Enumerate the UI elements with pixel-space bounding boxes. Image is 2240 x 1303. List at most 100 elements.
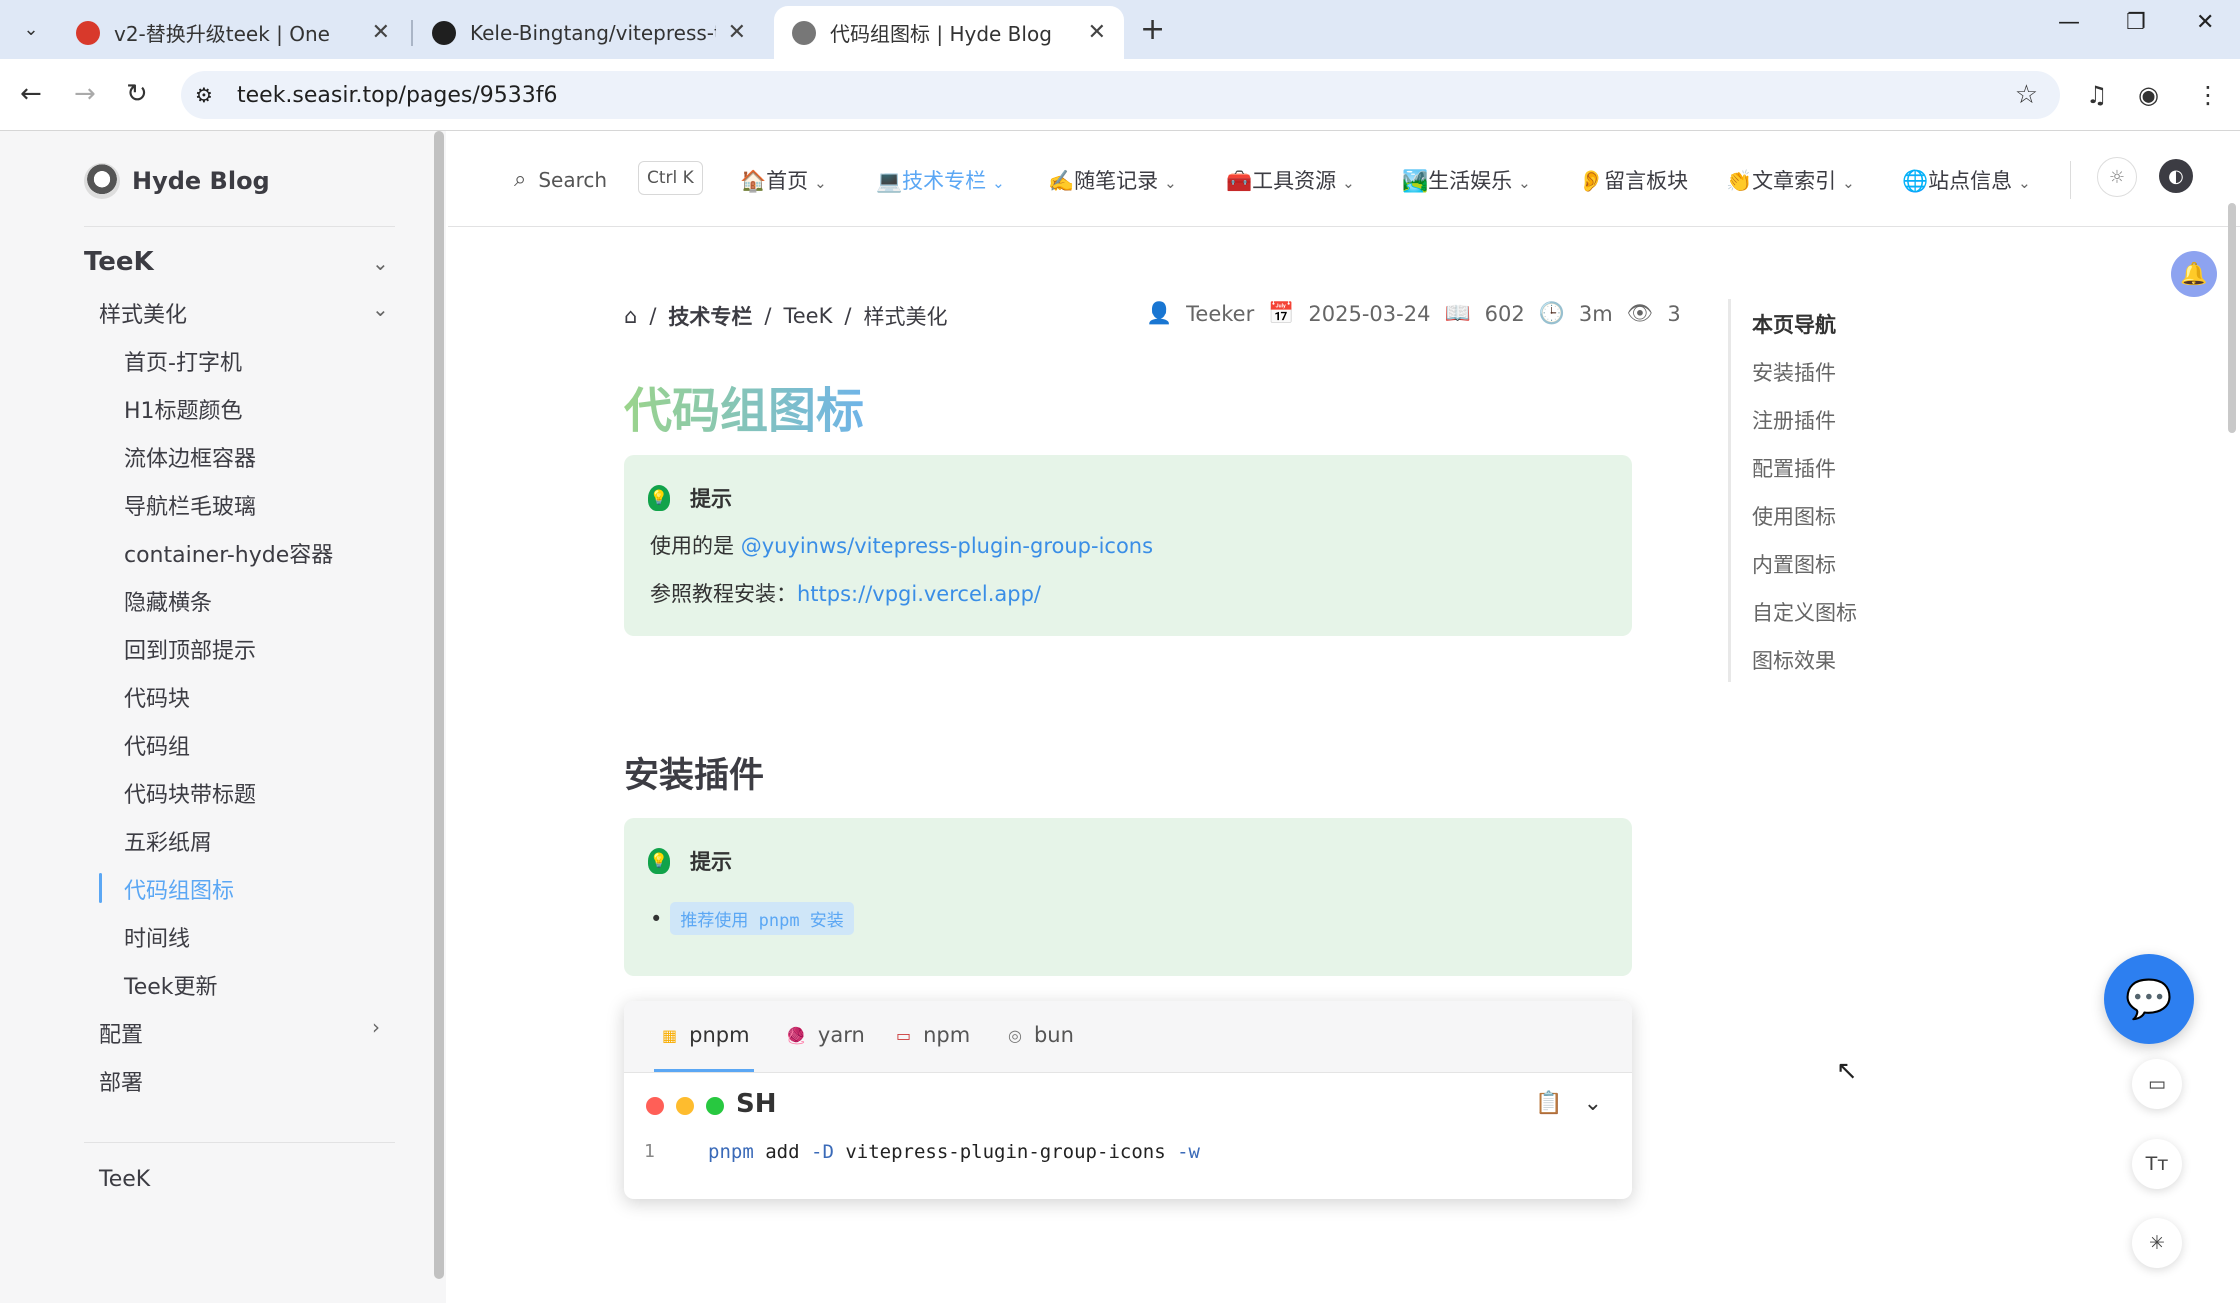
nav-item-life[interactable]: 🏞️生活娱乐 ⌄ (1402, 165, 1531, 195)
chevron-down-icon[interactable]: ⌄ (372, 297, 389, 321)
profile-icon[interactable]: ◉ (2138, 81, 2159, 109)
sidebar-item[interactable]: 首页-打字机 (124, 345, 242, 377)
new-tab-icon[interactable]: + (1140, 12, 1165, 47)
restore-icon[interactable]: ❐ (2126, 10, 2146, 35)
home-icon[interactable]: ⌂ (624, 304, 637, 328)
outline-item[interactable]: 注册插件 (1752, 405, 1836, 435)
eye-icon: 👁 (1626, 301, 1654, 325)
outline-item[interactable]: 配置插件 (1752, 453, 1836, 483)
nav-item-notes[interactable]: ✍️随笔记录 ⌄ (1048, 165, 1177, 195)
nav-item-index[interactable]: 👏文章索引 ⌄ (1726, 165, 1855, 195)
active-tab-indicator (654, 1069, 754, 1072)
close-icon[interactable]: ✕ (372, 20, 390, 45)
bookmark-star-icon[interactable]: ☆ (2015, 80, 2038, 110)
reload-icon[interactable]: ↻ (126, 79, 148, 109)
font-size-icon[interactable]: Tт (2132, 1139, 2182, 1189)
browser-tab-3-active[interactable]: 代码组图标 | Hyde Blog ✕ (774, 6, 1124, 59)
github-icon[interactable]: ◐ (2159, 159, 2193, 193)
close-icon[interactable]: ✕ (728, 20, 746, 45)
sidebar-item[interactable]: 导航栏毛玻璃 (124, 489, 256, 521)
nav-item-home[interactable]: 🏠首页 ⌄ (740, 165, 827, 195)
sidebar-item[interactable]: 代码组 (124, 729, 190, 761)
sidebar-section-teek[interactable]: TeeK (84, 247, 154, 277)
minimize-icon[interactable]: — (2058, 10, 2080, 35)
back-icon[interactable]: ← (20, 79, 42, 109)
copy-icon[interactable]: 📋 (1535, 1091, 1562, 1116)
page-title: 代码组图标 (624, 371, 864, 441)
chevron-right-icon[interactable]: › (372, 1015, 380, 1039)
code-group: ▦ pnpm 🧶 yarn ▭ npm ◎ bun SH 📋 ⌄ 1 pnpm add … (624, 1001, 1632, 1199)
outline-item[interactable]: 内置图标 (1752, 549, 1836, 579)
media-control-icon[interactable]: ♫ (2086, 81, 2108, 109)
chat-button[interactable]: 💬 (2104, 954, 2194, 1044)
chat-icon: 💬 (2125, 976, 2173, 1021)
main-scrollbar[interactable] (2228, 203, 2236, 433)
tab-yarn[interactable]: 🧶 yarn (786, 1023, 865, 1047)
breadcrumb-item[interactable]: 技术专栏 (668, 301, 752, 331)
section-heading: 安装插件 (624, 756, 765, 796)
tab-bun[interactable]: ◎ bun (1008, 1023, 1074, 1047)
chevron-down-icon: ⌄ (1164, 174, 1177, 192)
tab-separator (411, 20, 413, 46)
chevron-down-icon[interactable]: ⌄ (1584, 1091, 1602, 1116)
sidebar-item[interactable]: 代码块 (124, 681, 190, 713)
nav-item-site[interactable]: 🌐站点信息 ⌄ (1902, 165, 2031, 195)
browser-tab-2[interactable]: Kele-Bingtang/vitepress-ther ✕ (414, 6, 764, 59)
site-brand[interactable]: Hyde Blog (84, 159, 270, 203)
close-icon[interactable]: ✕ (1088, 20, 1106, 45)
outline-item[interactable]: 使用图标 (1752, 501, 1836, 531)
sidebar-item[interactable]: Teek更新 (124, 969, 218, 1001)
outline-item[interactable]: 图标效果 (1752, 645, 1836, 675)
search-button[interactable]: ⌕ Search (514, 167, 607, 192)
tab-search-menu-icon[interactable]: ⌄ (14, 12, 48, 46)
author[interactable]: Teeker (1186, 302, 1254, 326)
notification-bell-icon[interactable]: 🔔 (2171, 251, 2217, 297)
sidebar-item[interactable]: container-hyde容器 (124, 537, 333, 569)
nav-item-tools[interactable]: 🧰工具资源 ⌄ (1226, 165, 1355, 195)
hyde-favicon-icon (792, 20, 816, 45)
sidebar-group-config[interactable]: 配置 (99, 1017, 143, 1049)
window-close-icon[interactable]: ✕ (2196, 10, 2214, 35)
sidebar-item[interactable]: 隐藏横条 (124, 585, 212, 617)
loading-spinner-icon[interactable]: ✳ (2132, 1218, 2182, 1268)
sidebar-item[interactable]: H1标题颜色 (124, 393, 243, 425)
sidebar-group-deploy[interactable]: 部署 (99, 1065, 143, 1097)
tip-bullet: • 推荐使用 pnpm 安装 (650, 902, 854, 935)
tip-header: 💡 提示 (648, 846, 732, 876)
sidebar-item-active[interactable]: 代码组图标 (124, 873, 234, 905)
theme-toggle-sun-icon[interactable]: ☼ (2097, 157, 2137, 197)
plugin-link[interactable]: @yuyinws/vitepress-plugin-group-icons (741, 534, 1153, 558)
nav-item-tech-active[interactable]: 💻技术专栏 ⌄ (876, 165, 1005, 195)
comment-icon[interactable]: ▭ (2132, 1059, 2182, 1109)
sidebar-item[interactable]: 五彩纸屑 (124, 825, 212, 857)
inline-code: 推荐使用 pnpm 安装 (670, 902, 854, 935)
nav-item-guestbook[interactable]: 👂留言板块 (1578, 165, 1688, 195)
yarn-icon: 🧶 (786, 1025, 806, 1045)
chevron-down-icon: ⌄ (814, 174, 827, 192)
breadcrumb-item[interactable]: 样式美化 (863, 301, 947, 331)
site-info-icon[interactable]: ⚙ (195, 83, 213, 107)
sidebar-footer-link[interactable]: TeeK (99, 1167, 150, 1192)
site-logo-icon (84, 163, 120, 199)
outline-item[interactable]: 自定义图标 (1752, 597, 1857, 627)
sidebar-item[interactable]: 回到顶部提示 (124, 633, 256, 665)
chevron-down-icon: ⌄ (1842, 174, 1855, 192)
tab-pnpm[interactable]: ▦ pnpm (662, 1023, 750, 1047)
breadcrumb-item[interactable]: TeeK (784, 304, 833, 328)
more-menu-icon[interactable]: ⋮ (2196, 81, 2220, 109)
tab-npm[interactable]: ▭ npm (896, 1023, 970, 1047)
chevron-down-icon[interactable]: ⌄ (372, 251, 389, 275)
mouse-cursor-icon: ↖ (1836, 1056, 1858, 1086)
browser-tab-1[interactable]: v2-替换升级teek | One ✕ (58, 6, 408, 59)
url-bar[interactable]: ⚙ teek.seasir.top/pages/9533f6 ☆ (181, 71, 2060, 119)
sidebar-item[interactable]: 时间线 (124, 921, 190, 953)
tutorial-link[interactable]: https://vpgi.vercel.app/ (797, 582, 1041, 606)
chevron-down-icon: ⌄ (1342, 174, 1355, 192)
sidebar-item[interactable]: 代码块带标题 (124, 777, 256, 809)
tip-container: 💡 提示 • 推荐使用 pnpm 安装 (624, 818, 1632, 976)
sidebar-group-style[interactable]: 样式美化 (99, 297, 187, 329)
outline-item[interactable]: 安装插件 (1752, 357, 1836, 387)
sidebar-item[interactable]: 流体边框容器 (124, 441, 256, 473)
forward-icon[interactable]: → (74, 79, 96, 109)
sidebar-scrollbar[interactable] (434, 131, 444, 1279)
